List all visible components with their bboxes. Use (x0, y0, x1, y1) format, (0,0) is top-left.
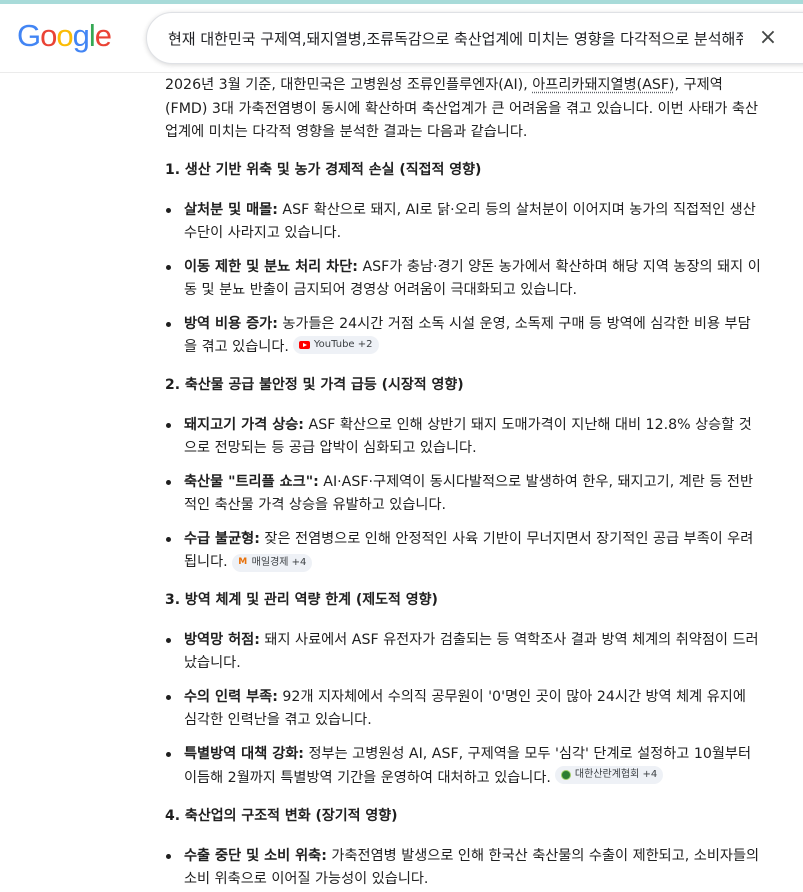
source-chip-label: YouTube +2 (313, 339, 373, 350)
logo-letter: o (56, 18, 73, 53)
section-heading: 3. 방역 체계 및 관리 역량 한계 (제도적 영향) (165, 591, 438, 608)
section-list: 방역망 허점: 돼지 사료에서 ASF 유전자가 검출되는 등 역학조사 결과 … (165, 629, 761, 791)
list-item: 특별방역 대책 강화: 정부는 고병원성 AI, ASF, 구제역을 모두 '심… (165, 743, 761, 791)
list-item: 방역 비용 증가: 농가들은 24시간 거점 소독 시설 운영, 소독제 구매 … (165, 313, 761, 360)
logo-letter: G (17, 18, 41, 53)
item-title: 수의 인력 부족: (184, 688, 278, 705)
item-title: 특별방역 대책 강화: (184, 745, 304, 762)
intro-text: 2026년 3월 기준, 대한민국은 고병원성 조류인플루엔자(AI), (165, 77, 533, 93)
intro-paragraph: 2026년 3월 기준, 대한민국은 고병원성 조류인플루엔자(AI), 아프리… (165, 74, 761, 145)
item-title: 돼지고기 가격 상승: (184, 416, 304, 433)
list-item: 이동 제한 및 분뇨 처리 차단: ASF가 충남·경기 양돈 농가에서 확산하… (165, 256, 761, 303)
ai-overview-content: 2026년 3월 기준, 대한민국은 고병원성 조류인플루엔자(AI), 아프리… (165, 72, 761, 892)
close-icon[interactable]: × (755, 25, 781, 51)
section-heading: 4. 축산업의 구조적 변화 (장기적 영향) (165, 807, 398, 824)
logo-letter: g (72, 18, 90, 53)
item-title: 축산물 "트리플 쇼크": (184, 473, 319, 490)
news-icon: M (238, 557, 248, 567)
section-list: 살처분 및 매몰: ASF 확산으로 돼지, AI로 닭·오리 등의 살처분이 … (165, 199, 761, 360)
search-input[interactable]: 현재 대한민국 구제역,돼지열병,조류독감으로 축산업계에 미치는 영향을 다각… (168, 28, 743, 49)
list-item: 살처분 및 매몰: ASF 확산으로 돼지, AI로 닭·오리 등의 살처분이 … (165, 199, 761, 246)
list-item: 수급 불균형: 잦은 전염병으로 인해 안정적인 사육 기반이 무너지면서 장기… (165, 528, 761, 575)
asf-term-link[interactable]: 아프리카돼지열병(ASF) (532, 77, 674, 93)
logo-letter: o (40, 18, 57, 53)
list-item: 방역망 허점: 돼지 사료에서 ASF 유전자가 검출되는 등 역학조사 결과 … (165, 629, 761, 676)
section-list: 수출 중단 및 소비 위축: 가축전염병 발생으로 인해 한국산 축산물의 수출… (165, 845, 761, 892)
search-box[interactable]: 현재 대한민국 구제역,돼지열병,조류독감으로 축산업계에 미치는 영향을 다각… (146, 12, 803, 64)
item-title: 이동 제한 및 분뇨 처리 차단: (184, 258, 358, 275)
association-icon (560, 770, 571, 780)
section-list: 돼지고기 가격 상승: ASF 확산으로 인해 상반기 돼지 도매가격이 지난해… (165, 414, 761, 575)
section-heading: 1. 생산 기반 위축 및 농가 경제적 손실 (직접적 영향) (165, 161, 482, 178)
list-item: 돼지고기 가격 상승: ASF 확산으로 인해 상반기 돼지 도매가격이 지난해… (165, 414, 761, 461)
item-title: 수출 중단 및 소비 위축: (184, 847, 327, 864)
item-text: 돼지 사료에서 ASF 유전자가 검출되는 등 역학조사 결과 방역 체계의 취… (184, 631, 759, 672)
item-title: 수급 불균형: (184, 530, 260, 547)
youtube-icon (298, 341, 310, 349)
list-item: 수출 중단 및 소비 위축: 가축전염병 발생으로 인해 한국산 축산물의 수출… (165, 845, 761, 892)
list-item: 축산물 "트리플 쇼크": AI·ASF·구제역이 동시다발적으로 발생하여 한… (165, 471, 761, 518)
source-chip-label: 대한산란계협회 +4 (574, 769, 658, 780)
list-item: 수의 인력 부족: 92개 지자체에서 수의직 공무원이 '0'명인 곳이 많아… (165, 686, 761, 733)
source-chip[interactable]: M 매일경제 +4 (231, 553, 313, 572)
item-title: 방역망 허점: (184, 631, 260, 648)
google-logo[interactable]: Google (17, 18, 112, 54)
search-header: Google 현재 대한민국 구제역,돼지열병,조류독감으로 축산업계에 미치는… (0, 4, 803, 73)
source-chip[interactable]: YouTube +2 (292, 336, 379, 354)
item-title: 방역 비용 증가: (184, 315, 278, 332)
section-heading: 2. 축산물 공급 불안정 및 가격 급등 (시장적 영향) (165, 376, 464, 393)
item-title: 살처분 및 매몰: (184, 201, 278, 218)
source-chip-label: 매일경제 +4 (251, 556, 307, 568)
logo-letter: e (94, 18, 112, 53)
source-chip[interactable]: 대한산란계협회 +4 (554, 766, 664, 784)
